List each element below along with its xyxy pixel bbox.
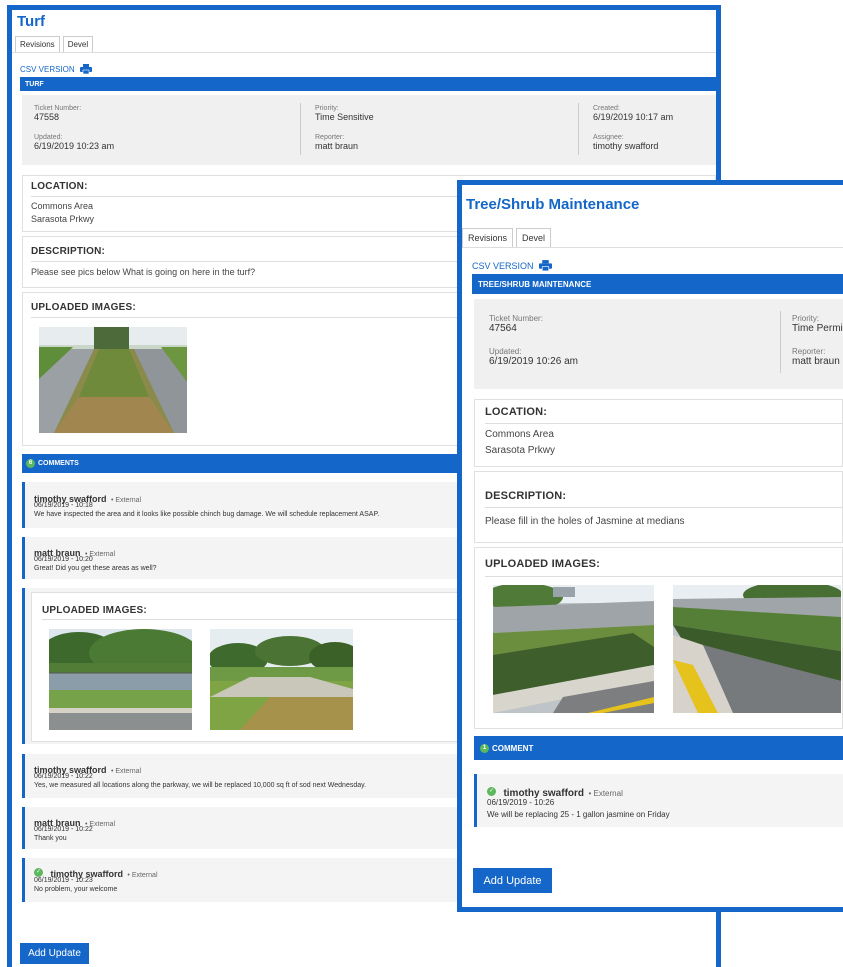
description-text: Please see pics below What is going on h… xyxy=(31,267,256,277)
tab-revisions[interactable]: Revisions xyxy=(462,228,514,247)
description-text: Please fill in the holes of Jasmine at m… xyxy=(485,516,685,527)
csv-version-link[interactable]: CSV VERSION xyxy=(12,53,716,75)
comment-source: • External xyxy=(110,497,142,504)
divider xyxy=(485,423,842,424)
location-section: LOCATION: Commons Area Sarasota Prkwy xyxy=(474,399,843,467)
created-value: 6/19/2019 10:17 am xyxy=(593,112,674,122)
location-line-2: Sarasota Prkwy xyxy=(31,214,95,224)
description-section: DESCRIPTION: Please fill in the holes of… xyxy=(474,471,843,543)
location-line-1: Commons Area xyxy=(485,429,554,440)
updated-value: 6/19/2019 10:26 am xyxy=(489,356,578,367)
reporter-label: Reporter: xyxy=(315,134,345,141)
comment-date: 06/19/2019 - 10:20 xyxy=(34,556,93,563)
comment-text: Yes, we measured all locations along the… xyxy=(34,782,367,789)
csv-version-label: CSV VERSION xyxy=(472,260,534,271)
comments-count-badge: 1 xyxy=(480,743,489,753)
check-badge-icon: ✓ xyxy=(487,787,496,797)
comment-photo-2[interactable] xyxy=(210,629,353,730)
divider xyxy=(485,576,842,577)
comment-text: We will be replacing 25 - 1 gallon jasmi… xyxy=(487,810,670,819)
ticket-info-box: Ticket Number: 47558 Updated: 6/19/2019 … xyxy=(22,95,716,165)
divider xyxy=(485,507,842,508)
comments-heading: COMMENT xyxy=(492,743,534,753)
comment-source: • External xyxy=(110,768,142,775)
description-heading: DESCRIPTION: xyxy=(485,490,567,502)
ticket-number-label: Ticket Number: xyxy=(34,105,82,112)
uploaded-images-section: UPLOADED IMAGES: xyxy=(474,547,843,729)
comment-text: No problem, your welcome xyxy=(34,886,118,893)
comment-text: We have inspected the area and it looks … xyxy=(34,511,380,518)
ticket-number: 47558 xyxy=(34,112,60,122)
priority-label: Priority: xyxy=(315,105,339,112)
comment-date: 06/19/2019 - 10:22 xyxy=(34,826,93,833)
priority-value: Time Sensitive xyxy=(315,112,374,122)
location-heading: LOCATION: xyxy=(31,181,88,192)
comment-source: • External xyxy=(588,789,623,798)
ticket-header-bar: TURF xyxy=(20,77,716,91)
created-label: Created: xyxy=(593,105,620,112)
location-heading: LOCATION: xyxy=(485,406,548,418)
updated-label: Updated: xyxy=(34,134,63,141)
tree-shrub-ticket-window: Tree/Shrub Maintenance Revisions Devel C… xyxy=(457,180,843,912)
comment-date: 06/19/2019 - 10:23 xyxy=(34,877,93,884)
reporter-value: matt braun xyxy=(315,141,359,151)
ticket-number-label: Ticket Number: xyxy=(489,314,543,323)
printer-icon[interactable] xyxy=(79,64,92,74)
comments-heading: COMMENTS xyxy=(38,460,79,467)
priority-label: Priority: xyxy=(792,314,820,323)
assignee-value: timothy swafford xyxy=(593,141,659,151)
assignee-label: Assignee: xyxy=(593,134,624,141)
comments-header-bar: 1 COMMENT xyxy=(474,736,843,760)
printer-icon[interactable] xyxy=(538,260,552,271)
tab-revisions[interactable]: Revisions xyxy=(15,36,60,52)
column-divider xyxy=(780,311,781,373)
tabs: Revisions Devel xyxy=(462,226,843,248)
csv-version-label: CSV VERSION xyxy=(20,64,75,74)
updated-label: Updated: xyxy=(489,347,522,356)
comment-date: 06/19/2019 - 10:26 xyxy=(487,798,555,807)
csv-version-link[interactable]: CSV VERSION xyxy=(462,248,843,272)
uploaded-images-heading: UPLOADED IMAGES: xyxy=(31,302,136,313)
tab-devel[interactable]: Devel xyxy=(516,228,552,247)
ticket-number: 47564 xyxy=(489,323,517,334)
tabs: Revisions Devel xyxy=(12,35,716,53)
updated-value: 6/19/2019 10:23 am xyxy=(34,141,115,151)
comment-text: Thank you xyxy=(34,835,67,842)
check-badge-icon: ✓ xyxy=(34,868,43,878)
jasmine-photo-2[interactable] xyxy=(673,585,841,713)
add-update-button[interactable]: Add Update xyxy=(473,868,552,893)
column-divider xyxy=(300,103,301,155)
location-line-2: Sarasota Prkwy xyxy=(485,445,556,456)
uploaded-images-heading: UPLOADED IMAGES: xyxy=(485,558,601,570)
comment-photo-1[interactable] xyxy=(49,629,192,730)
comment-images-heading: UPLOADED IMAGES: xyxy=(42,605,147,616)
reporter-label: Reporter: xyxy=(792,347,826,356)
description-heading: DESCRIPTION: xyxy=(31,246,106,257)
location-line-1: Commons Area xyxy=(31,201,94,211)
comment-source: • External xyxy=(127,872,158,879)
reporter-value: matt braun xyxy=(792,356,840,367)
ticket-info-box: Ticket Number: 47564 Updated: 6/19/2019 … xyxy=(474,299,843,389)
comment-date: 06/19/2019 - 10:22 xyxy=(34,773,93,780)
page-title: Turf xyxy=(17,13,46,30)
page-title: Tree/Shrub Maintenance xyxy=(466,196,640,213)
comment-date: 06/19/2019 - 10:18 xyxy=(34,502,93,509)
tab-devel[interactable]: Devel xyxy=(62,36,94,52)
turf-photo[interactable] xyxy=(39,327,187,433)
column-divider xyxy=(578,103,579,155)
jasmine-photo-1[interactable] xyxy=(493,585,654,713)
comment-item: ✓ timothy swafford • External 06/19/2019… xyxy=(474,774,843,827)
ticket-header-bar: TREE/SHRUB MAINTENANCE xyxy=(472,274,843,294)
add-update-button[interactable]: Add Update xyxy=(20,943,89,964)
comment-text: Great! Did you get these areas as well? xyxy=(34,565,157,572)
comments-count-badge: 6 xyxy=(26,459,35,468)
priority-value: Time Permi xyxy=(792,323,843,334)
